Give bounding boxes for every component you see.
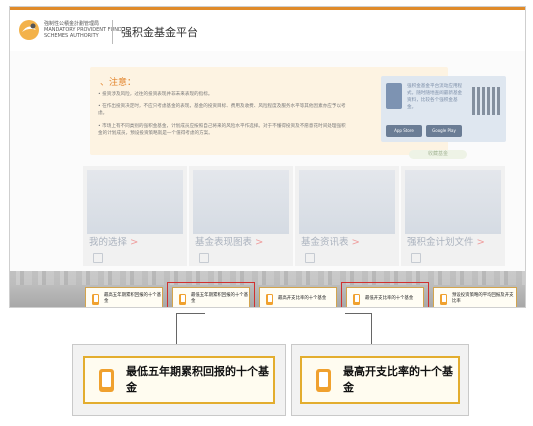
site-header: 強制性公積金計劃管理局 MANDATORY PROVIDENT FUND SCH…	[10, 7, 525, 51]
notice-item: • 在作出投资决定时，不应只考虑基金的表现，基金的投资目标、费用及收费、风险程度…	[98, 104, 346, 116]
callout-label: 最低五年期累积回报的十个基金	[126, 365, 269, 394]
phone-icon	[316, 368, 331, 392]
card-fund-performance[interactable]: 基金表现图表 >	[189, 166, 293, 266]
notice-item-text: 市场上有不同类别的强积金基金，计划成员应按照自己将来的风险水平作选择。对于不懂得…	[98, 124, 346, 136]
callout-label: 最高开支比率的十个基金	[343, 365, 453, 394]
card-image	[405, 170, 501, 234]
qr-code-icon	[472, 87, 500, 115]
connector-line	[345, 313, 372, 314]
card-mini-icon	[93, 253, 103, 263]
card-mini-icon	[305, 253, 315, 263]
connector-line	[371, 313, 372, 344]
callout-lowest-5yr-return: 最低五年期累积回报的十个基金	[83, 356, 275, 404]
notice-item-text: 投资涉及风险，过往的投资表现并非未来表现的指标。	[102, 92, 213, 97]
card-my-selection[interactable]: 我的选择 >	[83, 166, 187, 266]
app-promo-text: 强积金基金平台流动应用程式，随时随地查阅最新基金资料，比较各个强积金基金。	[407, 84, 463, 110]
app-store-button[interactable]: App Store	[386, 125, 422, 137]
card-image	[193, 170, 289, 234]
strip-button-label: 最高五年期累积回报的十个基金	[104, 293, 162, 304]
chevron-right-icon: >	[255, 237, 264, 248]
notice-title-suffix: ：	[127, 78, 137, 88]
strip-button-label: 最高开支比率的十个基金	[278, 296, 327, 301]
card-label-text: 我的选择	[89, 237, 128, 248]
card-label: 强积金计划文件 >	[407, 234, 485, 248]
favourites-link[interactable]: 收藏基金	[409, 150, 467, 159]
chevron-right-icon: >	[476, 237, 485, 248]
card-label: 基金资讯表 >	[301, 234, 360, 248]
top-5yr-return-button[interactable]: 最高五年期累积回报的十个基金	[85, 287, 163, 307]
header-divider	[112, 20, 113, 44]
notice-title-prefix: 、	[100, 78, 110, 88]
phone-icon	[99, 368, 114, 392]
org-name-en-2: SCHEMES AUTHORITY	[44, 33, 99, 39]
highest-expense-ratio-button-left[interactable]: 最高开支比率的十个基金	[259, 287, 337, 307]
callout-panel-left: 最低五年期累积回报的十个基金	[72, 344, 286, 416]
notice-item-text: 在作出投资决定时，不应只考虑基金的表现，基金的投资目标、费用及收费、风险程度及服…	[98, 104, 346, 116]
card-label: 我的选择 >	[89, 234, 138, 248]
card-label-text: 基金表现图表	[195, 237, 253, 248]
default-strategy-button[interactable]: 预设投资策略的平均回报及开支比率	[433, 287, 517, 307]
card-scheme-documents[interactable]: 强积金计划文件 >	[401, 166, 505, 266]
page-title: 强积金基金平台	[121, 26, 198, 39]
highlight-box	[167, 282, 255, 307]
callout-highest-expense-ratio: 最高开支比率的十个基金	[300, 356, 460, 404]
highlight-box	[341, 282, 429, 307]
card-label: 基金表现图表 >	[195, 234, 263, 248]
notice-item: • 市场上有不同类别的强积金基金，计划成员应按照自己将来的风险水平作选择。对于不…	[98, 124, 346, 136]
card-label-text: 基金资讯表	[301, 237, 349, 248]
org-name: 強制性公積金計劃管理局 MANDATORY PROVIDENT FUND SCH…	[44, 21, 122, 39]
notice-title: 、注意：	[100, 75, 136, 88]
chevron-right-icon: >	[351, 237, 360, 248]
callout-panel-right: 最高开支比率的十个基金	[291, 344, 469, 416]
mpfa-logo-icon	[19, 20, 39, 40]
chevron-right-icon: >	[130, 237, 139, 248]
card-mini-icon	[199, 253, 209, 263]
browser-frame: 強制性公積金計劃管理局 MANDATORY PROVIDENT FUND SCH…	[9, 6, 526, 308]
connector-line	[176, 313, 204, 314]
notice-title-text: 注意	[109, 78, 128, 88]
card-image	[299, 170, 395, 234]
phone-icon	[92, 293, 99, 305]
card-fund-factsheet[interactable]: 基金资讯表 >	[295, 166, 399, 266]
card-mini-icon	[411, 253, 421, 263]
notice-item: • 投资涉及风险，过往的投资表现并非未来表现的指标。	[98, 92, 213, 97]
strip-button-label: 预设投资策略的平均回报及开支比率	[452, 293, 514, 304]
connector-line	[176, 313, 177, 344]
google-play-button[interactable]: Google Play	[426, 125, 462, 137]
card-label-text: 强积金计划文件	[407, 237, 474, 248]
phone-icon	[386, 83, 402, 109]
phone-icon	[440, 293, 447, 305]
connector-line	[204, 313, 205, 314]
card-image	[87, 170, 183, 234]
phone-icon	[266, 293, 273, 305]
